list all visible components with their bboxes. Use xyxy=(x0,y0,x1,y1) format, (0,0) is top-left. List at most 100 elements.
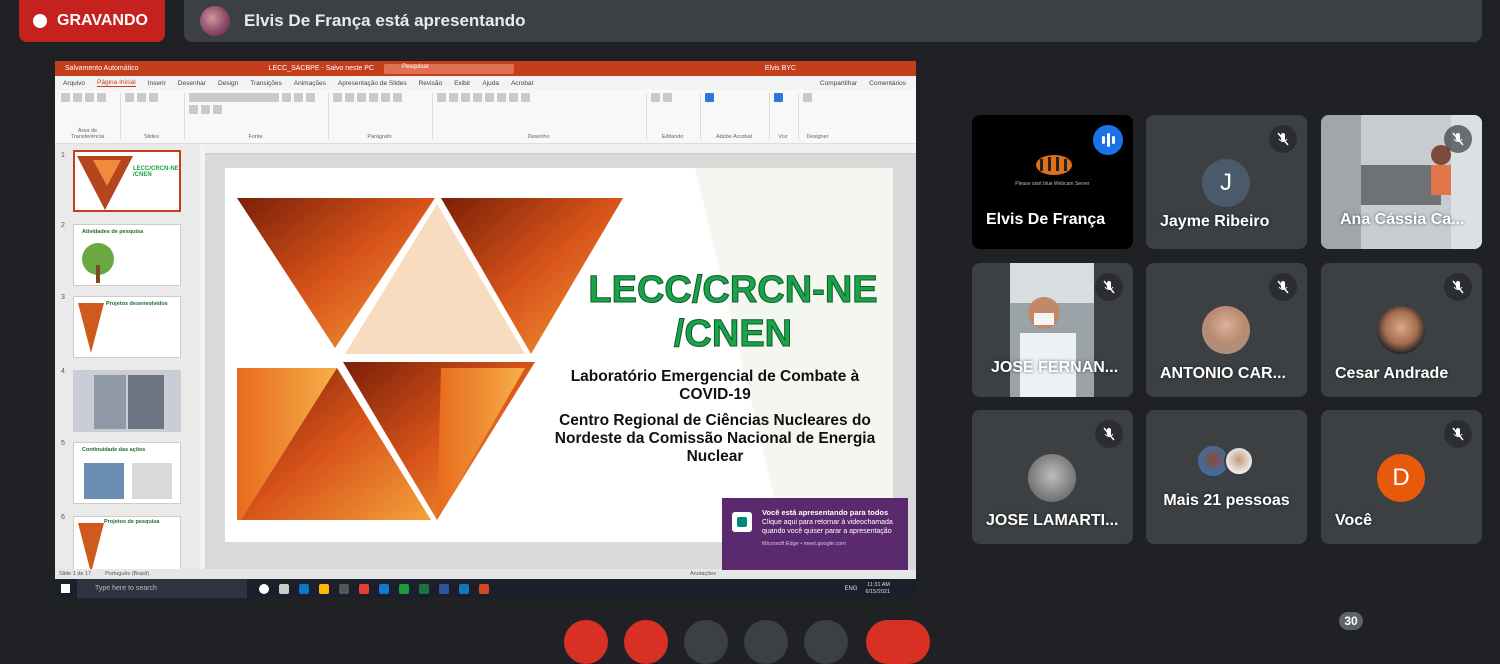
tiger-logo-icon xyxy=(1036,155,1072,175)
ppt-tab-active: Página Inicial xyxy=(97,79,136,87)
ppt-tab: Desenhar xyxy=(177,79,206,87)
participant-avatar xyxy=(1224,446,1254,476)
ppt-tab: Revisão xyxy=(418,79,443,87)
slide-thumbnail xyxy=(73,370,181,432)
participant-name: Você xyxy=(1335,512,1373,529)
mic-off-icon xyxy=(1095,420,1123,448)
autosave-label: Salvamento Automático xyxy=(65,65,139,72)
speaking-indicator-icon xyxy=(1093,125,1123,155)
toast-source: Microsoft Edge • meet.google.com xyxy=(762,541,846,547)
ppt-status-bar: Slide 1 de 17 Português (Brasil) Anotaçõ… xyxy=(55,569,916,579)
presenter-banner[interactable]: Elvis De França está apresentando xyxy=(184,0,1482,42)
mic-toggle-button[interactable] xyxy=(564,620,608,664)
participant-avatar xyxy=(1377,306,1425,354)
taskbar-apps xyxy=(259,583,489,594)
participant-initial-avatar: J xyxy=(1202,159,1250,207)
participant-tile[interactable]: JOSE LAMARTI... xyxy=(972,410,1133,544)
presenting-notification: Você está apresentando para todos Clique… xyxy=(722,498,908,570)
raise-hand-button[interactable] xyxy=(744,620,788,664)
slide-thumbnail: LECC/CRCN-NE /CNEN xyxy=(73,150,181,212)
participant-tile[interactable]: JOSE FERNAN... xyxy=(972,263,1133,397)
mic-off-icon xyxy=(1095,273,1123,301)
mic-off-icon xyxy=(1444,420,1472,448)
ppt-tab: Exibir xyxy=(454,79,471,87)
slide-thumbnails: 1 LECC/CRCN-NE /CNEN 2 Atividades de pes… xyxy=(55,144,200,578)
recording-label: GRAVANDO xyxy=(57,12,148,29)
ppt-tab: Inserir xyxy=(147,79,166,87)
ribbon-group: Desenho xyxy=(437,93,647,140)
participant-tile[interactable]: ANTONIO CAR... xyxy=(1146,263,1307,397)
participant-name: ANTONIO CAR... xyxy=(1160,365,1286,382)
camera-toggle-button[interactable] xyxy=(624,620,668,664)
participant-name: JOSE LAMARTI... xyxy=(986,512,1119,529)
participant-initial-avatar: D xyxy=(1377,454,1425,502)
participant-tile[interactable]: Cesar Andrade xyxy=(1321,263,1482,397)
leave-call-button[interactable] xyxy=(866,620,930,664)
top-bar: GRAVANDO Elvis De França está apresentan… xyxy=(0,0,1500,44)
ppt-tab: Transições xyxy=(250,79,282,87)
ppt-tab: Design xyxy=(217,79,239,87)
captions-button[interactable] xyxy=(684,620,728,664)
ppt-ribbon-tabs: Arquivo Página Inicial Inserir Desenhar … xyxy=(55,76,916,90)
slide-thumbnail: Atividades de pesquisa xyxy=(73,224,181,286)
ribbon-group: Editando xyxy=(651,93,701,140)
participant-name: Ana Cássia Ca... xyxy=(1340,211,1465,228)
recording-indicator[interactable]: GRAVANDO xyxy=(19,0,165,42)
windows-start-icon xyxy=(61,584,70,593)
participant-tile[interactable]: Please start blue Webcam Server Elvis De… xyxy=(972,115,1133,249)
ribbon-group: Voz xyxy=(774,93,799,140)
ppt-user: Elvis BYC xyxy=(764,65,796,72)
current-slide: LECC/CRCN-NE /CNEN Laboratório Emergenci… xyxy=(225,168,893,542)
participant-tile[interactable]: Mais 21 pessoas xyxy=(1146,410,1307,544)
participant-name: Elvis De França xyxy=(986,211,1106,228)
windows-taskbar: Type here to search ENG 11:31 AM 6/15/20… xyxy=(55,579,916,598)
ppt-tab: Ajuda xyxy=(482,79,499,87)
present-button[interactable] xyxy=(804,620,848,664)
ribbon-group: Adobe Acrobat xyxy=(705,93,770,140)
ppt-tab: Apresentação de Slides xyxy=(337,79,407,87)
slide-thumbnail: Continuidade das ações xyxy=(73,442,181,504)
mic-off-icon xyxy=(1269,125,1297,153)
participant-count-badge: 30 xyxy=(1339,612,1363,630)
taskbar-lang: ENG xyxy=(844,585,858,592)
ribbon-group: Designer xyxy=(803,93,838,140)
participant-avatar xyxy=(1202,306,1250,354)
google-meet-icon xyxy=(732,512,752,532)
ppt-ribbon: Área de Transferência Slides Fonte Parág… xyxy=(55,90,916,144)
webcam-caption: Please start blue Webcam Server xyxy=(1015,181,1090,187)
ppt-tab: Animações xyxy=(293,79,326,87)
participant-tile[interactable]: D Você xyxy=(1321,410,1482,544)
presenter-avatar xyxy=(200,6,230,36)
participant-avatar xyxy=(1028,454,1076,502)
toast-title: Você está apresentando para todos xyxy=(762,508,889,517)
participant-name: Cesar Andrade xyxy=(1335,365,1449,382)
ppt-share: Compartilhar xyxy=(819,79,858,87)
status-notes: Anotações xyxy=(690,571,716,577)
taskbar-clock: 11:31 AM 6/15/2021 xyxy=(865,581,890,595)
ribbon-group: Parágrafo xyxy=(333,93,433,140)
slide-subtitle-1: Laboratório Emergencial de Combate à COV… xyxy=(570,368,860,403)
mic-off-icon xyxy=(1269,273,1297,301)
slide-title: LECC/CRCN-NE /CNEN xyxy=(588,269,878,356)
slide-subtitle-2: Centro Regional de Ciências Nucleares do… xyxy=(554,412,876,465)
ppt-comments: Comentários xyxy=(869,79,906,87)
record-dot-icon xyxy=(33,14,47,28)
taskbar-search: Type here to search xyxy=(77,579,247,598)
ribbon-group: Área de Transferência xyxy=(61,93,121,140)
ribbon-group: Fonte xyxy=(189,93,329,140)
slide-thumbnail: Projetos desenvolvidos xyxy=(73,296,181,358)
ppt-tab: Acrobat xyxy=(510,79,534,87)
participant-tile[interactable]: Ana Cássia Ca... xyxy=(1321,115,1482,249)
status-slide-count: Slide 1 de 17 xyxy=(59,571,92,577)
mic-off-icon xyxy=(1444,125,1472,153)
participant-name: JOSE FERNAN... xyxy=(991,359,1119,376)
ruler xyxy=(205,144,916,154)
ribbon-group: Slides xyxy=(125,93,185,140)
ppt-title-bar: Salvamento Automático LECC_SACBPE - Salv… xyxy=(55,61,916,76)
participant-tile[interactable]: J Jayme Ribeiro xyxy=(1146,115,1307,249)
status-language: Português (Brasil) xyxy=(105,571,150,577)
participant-name: Mais 21 pessoas xyxy=(1163,492,1290,509)
participant-name: Jayme Ribeiro xyxy=(1160,213,1270,230)
shared-screen: Salvamento Automático LECC_SACBPE - Salv… xyxy=(55,61,916,598)
ppt-tab: Arquivo xyxy=(63,79,86,87)
